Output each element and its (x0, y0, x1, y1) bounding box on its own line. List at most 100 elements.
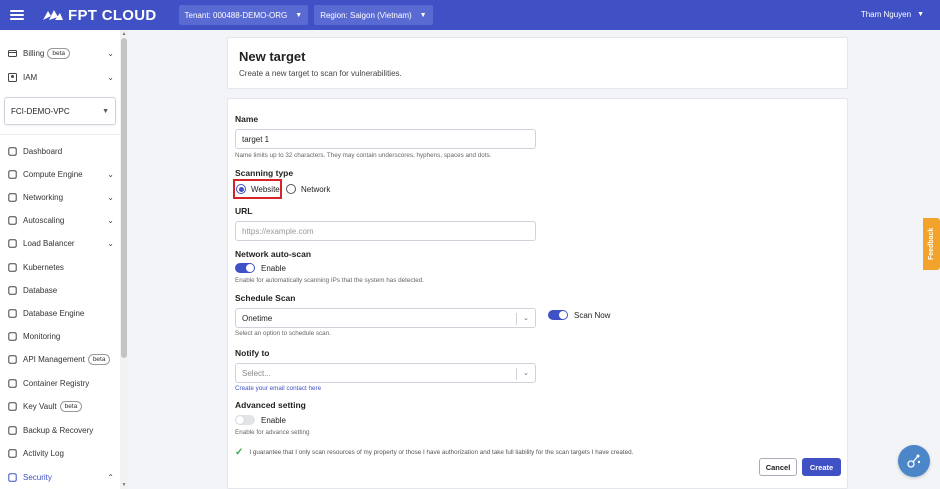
sidebar-item-autoscaling[interactable]: Autoscaling ⌄ (8, 211, 116, 229)
vpc-selector[interactable]: FCI-DEMO-VPC ▼ (4, 97, 116, 125)
scan-now-toggle[interactable]: Scan Now (548, 310, 610, 320)
chevron-down-icon: ⌄ (107, 169, 114, 179)
chevron-down-icon: ▼ (419, 11, 427, 19)
ai-assistant-button[interactable] (898, 445, 930, 477)
chevron-down-icon: ⌄ (107, 238, 114, 248)
chevron-down-icon: ▼ (102, 107, 109, 115)
scan-type-network-radio[interactable]: Network (286, 184, 330, 194)
chevron-down-icon: ⌄ (107, 72, 114, 82)
guarantee-statement[interactable]: ✓ I guarantee that I only scan resources… (235, 447, 633, 458)
sidebar-item-kubernetes[interactable]: Kubernetes (8, 258, 116, 276)
logo-icon (43, 10, 63, 20)
sidebar-item-networking[interactable]: Networking ⌄ (8, 188, 116, 206)
schedule-scan-label: Schedule Scan (235, 293, 296, 303)
cancel-button[interactable]: Cancel (759, 458, 797, 476)
api-icon (8, 354, 17, 364)
sidebar-scrollbar[interactable]: ▲ ▼ (120, 30, 128, 489)
user-menu[interactable]: Tham Nguyen ▼ (861, 10, 924, 19)
name-hint: Name limits up to 32 characters. They ma… (235, 152, 492, 159)
sidebar-item-container-registry[interactable]: Container Registry (8, 374, 116, 392)
scrollbar-thumb[interactable] (121, 38, 127, 358)
load-balancer-icon (8, 238, 17, 248)
kubernetes-icon (8, 262, 17, 272)
logo[interactable]: FPT CLOUD (42, 7, 157, 24)
radio-checked-icon (236, 184, 246, 194)
scroll-up-icon[interactable]: ▲ (120, 30, 128, 38)
beta-badge: beta (59, 400, 83, 412)
chevron-down-icon: ⌄ (107, 48, 114, 58)
key-icon (8, 401, 17, 411)
auto-scan-label: Network auto-scan (235, 249, 312, 259)
tenant-selector[interactable]: Tenant: 000488-DEMO-ORG ▼ (178, 5, 309, 25)
scroll-down-icon[interactable]: ▼ (120, 481, 128, 489)
sidebar-item-load-balancer[interactable]: Load Balancer ⌄ (8, 234, 116, 252)
sidebar-item-iam[interactable]: IAM ⌄ (8, 68, 116, 86)
sidebar-item-database-engine[interactable]: Database Engine (8, 304, 116, 322)
header-card: New target Create a new target to scan f… (227, 37, 848, 89)
create-button[interactable]: Create (802, 458, 841, 476)
monitoring-icon (8, 331, 17, 341)
chevron-down-icon: ⌄ (523, 370, 529, 377)
security-icon (8, 472, 17, 482)
activity-icon (8, 448, 17, 458)
sidebar-item-key-vault[interactable]: Key Vault beta (8, 397, 116, 415)
sidebar-item-backup-recovery[interactable]: Backup & Recovery (8, 421, 116, 439)
menu-icon[interactable] (10, 10, 24, 20)
sidebar-item-database[interactable]: Database (8, 281, 116, 299)
container-icon (8, 378, 17, 388)
beta-badge: beta (47, 47, 70, 59)
name-label: Name (235, 114, 259, 124)
backup-icon (8, 425, 17, 435)
sidebar-item-dashboard[interactable]: Dashboard (8, 142, 116, 160)
sidebar-item-security[interactable]: Security ⌃ (8, 468, 116, 486)
radio-unchecked-icon (286, 184, 296, 194)
feedback-tab[interactable]: Feedback (923, 218, 940, 270)
page-subtitle: Create a new target to scan for vulnerab… (239, 69, 402, 78)
compute-icon (8, 169, 17, 179)
scan-type-website-radio[interactable]: Website (236, 184, 280, 194)
autoscaling-icon (8, 215, 17, 225)
sidebar-divider (0, 134, 120, 135)
database-engine-icon (8, 308, 17, 318)
chevron-down-icon: ⌄ (107, 215, 114, 225)
chevron-up-icon: ⌃ (107, 472, 114, 482)
toggle-on-icon (235, 263, 255, 273)
iam-icon (8, 72, 17, 82)
sidebar-item-monitoring[interactable]: Monitoring (8, 327, 116, 345)
form-card: Name Name limits up to 32 characters. Th… (227, 98, 848, 489)
schedule-hint: Select an option to schedule scan. (235, 330, 331, 337)
sidebar-item-activity-log[interactable]: Activity Log (8, 444, 116, 462)
toggle-off-icon (235, 415, 255, 425)
sidebar: Billing beta ⌄ IAM ⌄ FCI-DEMO-VPC ▼ Dashbo… (0, 30, 128, 489)
advanced-setting-label: Advanced setting (235, 400, 306, 410)
url-label: URL (235, 206, 253, 216)
sidebar-item-compute-engine[interactable]: Compute Engine ⌄ (8, 165, 116, 183)
notify-label: Notify to (235, 348, 270, 358)
auto-scan-hint: Enable for automatically scanning IPs th… (235, 277, 425, 284)
ai-assistant-icon (907, 454, 921, 468)
sidebar-item-billing[interactable]: Billing beta ⌄ (8, 44, 116, 62)
page-title: New target (239, 49, 306, 64)
advanced-setting-toggle[interactable]: Enable (235, 415, 286, 425)
dashboard-icon (8, 146, 17, 156)
schedule-scan-select[interactable]: Onetime ⌄ (235, 308, 536, 328)
region-selector[interactable]: Region: Saigon (Vietnam) ▼ (314, 5, 433, 25)
advanced-setting-hint: Enable for advance setting (235, 429, 310, 436)
chevron-down-icon: ⌄ (107, 192, 114, 202)
chevron-down-icon: ▼ (295, 11, 303, 19)
url-input[interactable] (235, 221, 536, 241)
top-bar: FPT CLOUD Tenant: 000488-DEMO-ORG ▼ Regio… (0, 0, 940, 30)
create-email-contact-link[interactable]: Create your email contact here (235, 385, 321, 392)
scanning-type-label: Scanning type (235, 168, 294, 178)
sidebar-item-api-management[interactable]: API Management beta (8, 350, 116, 368)
billing-icon (8, 49, 17, 58)
beta-badge: beta (87, 353, 111, 365)
database-icon (8, 285, 17, 295)
check-icon: ✓ (235, 447, 244, 458)
name-input[interactable] (235, 129, 536, 149)
notify-select[interactable]: Select... ⌄ (235, 363, 536, 383)
chevron-down-icon: ▼ (917, 11, 924, 18)
auto-scan-toggle[interactable]: Enable (235, 263, 286, 273)
chevron-down-icon: ⌄ (523, 315, 529, 322)
toggle-on-icon (548, 310, 568, 320)
